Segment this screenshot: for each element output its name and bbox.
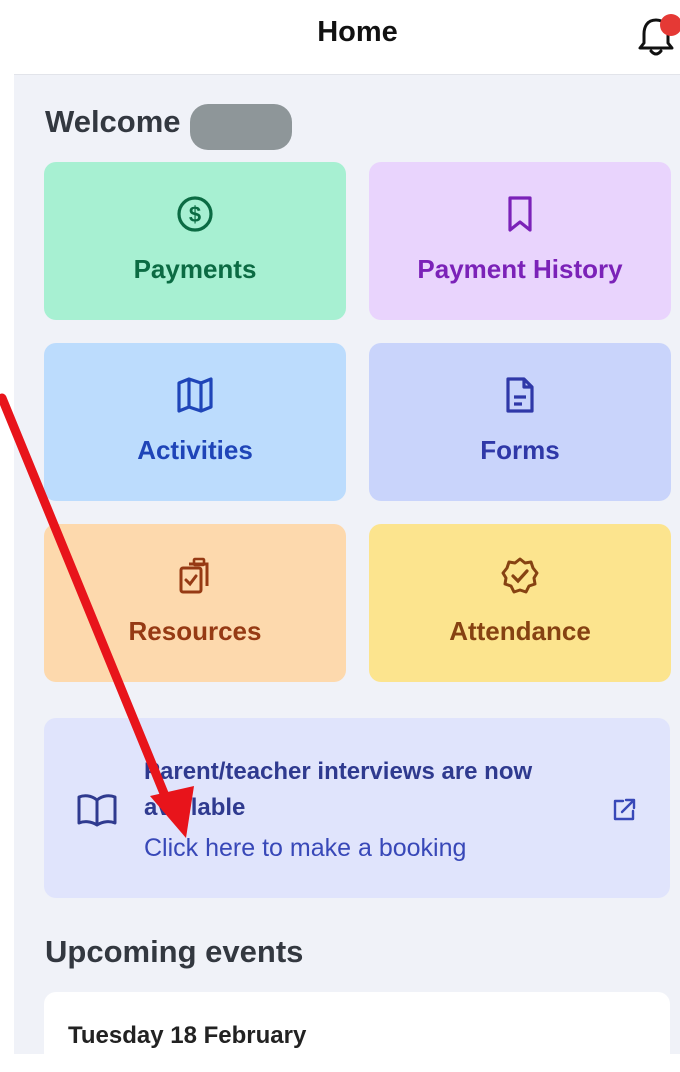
payment-history-label: Payment History — [417, 254, 623, 284]
forms-label: Forms — [480, 435, 560, 465]
event-date: Tuesday 18 February — [68, 1022, 307, 1049]
page-title: Home — [317, 16, 398, 48]
badge-check-icon — [369, 556, 671, 596]
notification-badge — [660, 14, 680, 36]
booking-link[interactable]: Click here to make a booking — [144, 834, 466, 863]
clipboard-check-icon — [44, 556, 346, 596]
payments-tile[interactable]: $ Payments — [44, 162, 346, 320]
document-icon — [369, 375, 671, 415]
upcoming-events-heading: Upcoming events — [45, 934, 304, 969]
attendance-label: Attendance — [449, 616, 591, 646]
redacted-name — [190, 104, 292, 150]
dollar-circle-icon: $ — [44, 194, 346, 234]
forms-tile[interactable]: Forms — [369, 343, 671, 501]
payments-label: Payments — [133, 254, 257, 284]
activities-tile[interactable]: Activities — [44, 343, 346, 501]
banner-title: Parent/teacher interviews are now availa… — [144, 758, 533, 821]
book-open-icon — [77, 794, 117, 827]
activities-label: Activities — [137, 435, 253, 465]
welcome-heading: Welcome — [45, 104, 181, 139]
resources-label: Resources — [128, 616, 262, 646]
external-link-icon[interactable] — [610, 796, 638, 824]
app-header: Home — [0, 0, 680, 72]
resources-tile[interactable]: Resources — [44, 524, 346, 682]
svg-text:$: $ — [189, 202, 201, 227]
attendance-tile[interactable]: Attendance — [369, 524, 671, 682]
payment-history-tile[interactable]: Payment History — [369, 162, 671, 320]
bookmark-icon — [369, 194, 671, 234]
map-icon — [44, 375, 346, 415]
